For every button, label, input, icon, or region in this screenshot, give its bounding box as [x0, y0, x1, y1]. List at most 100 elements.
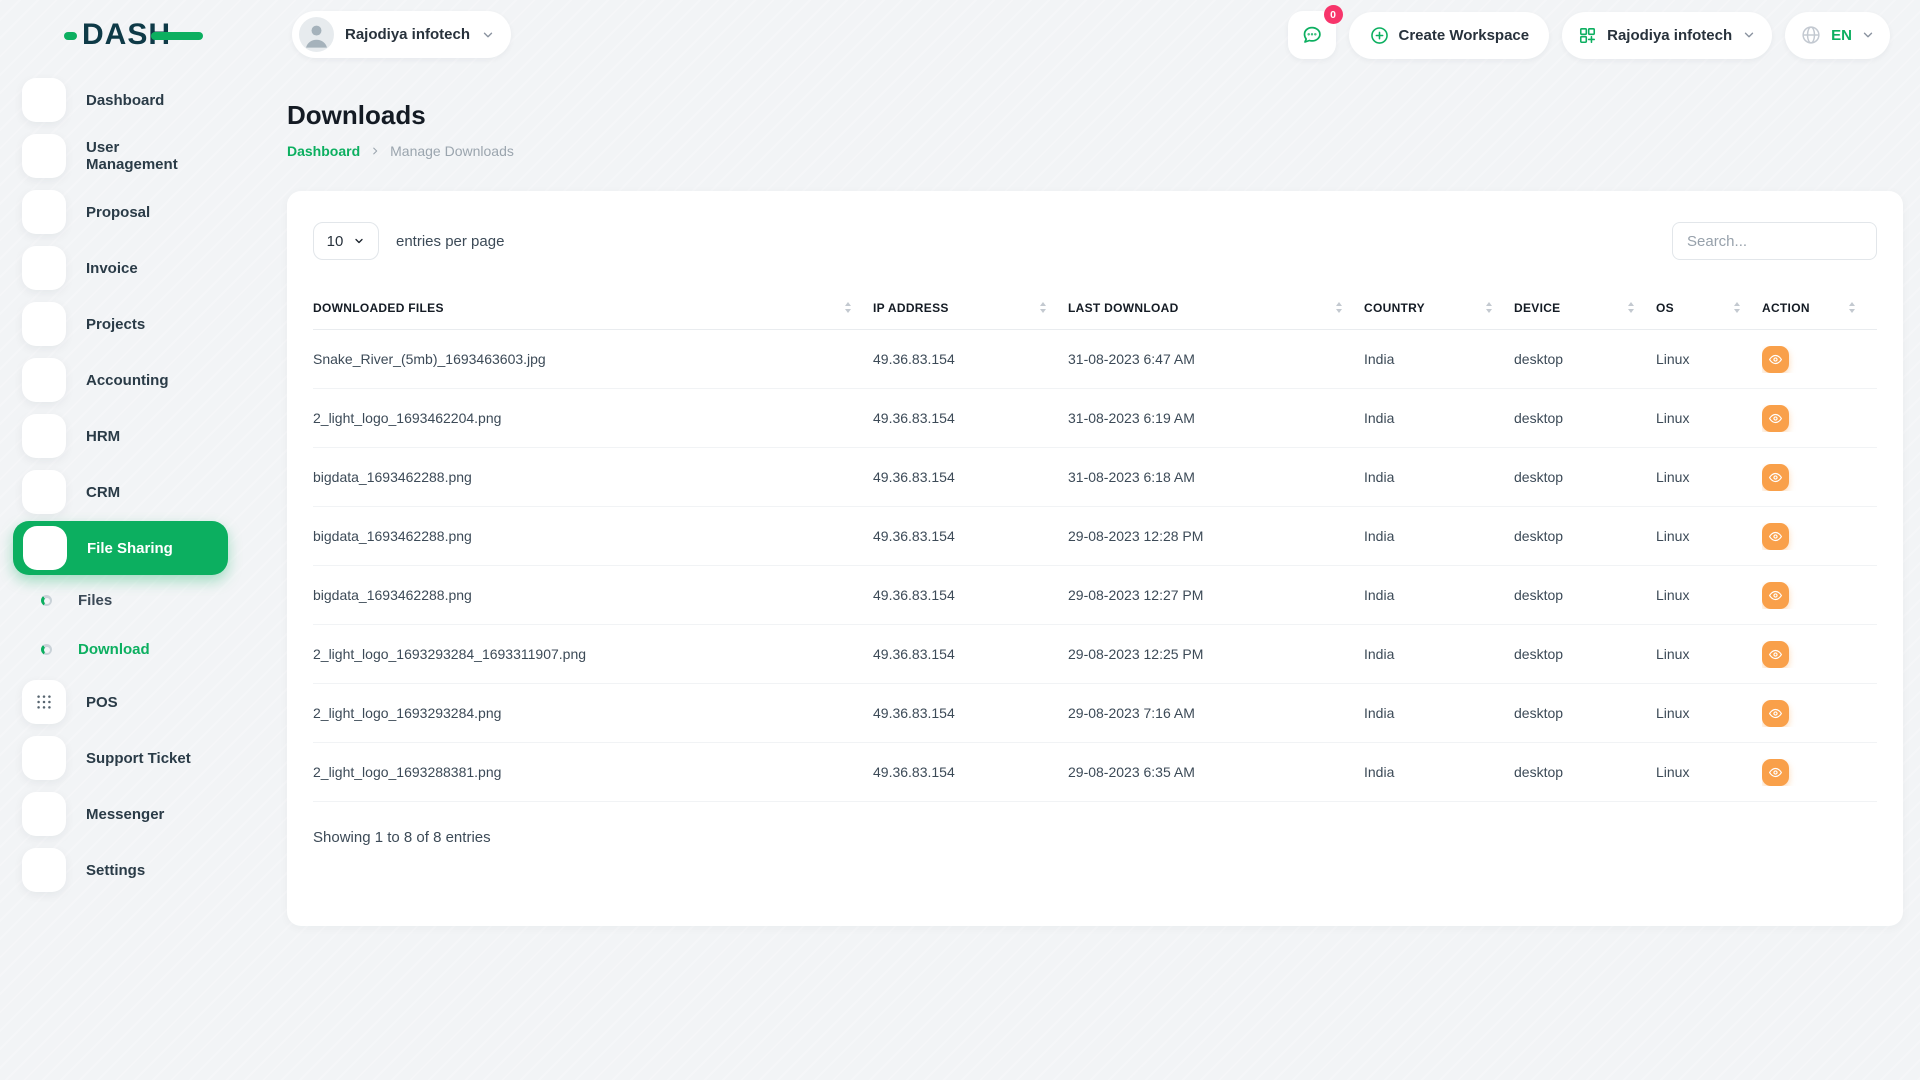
chevron-right-icon	[209, 431, 220, 442]
sidebar-subitem-label: Files	[78, 592, 112, 609]
cell-os: Linux	[1656, 764, 1762, 780]
sidebar-item-label: User Management	[86, 139, 209, 173]
column-header-label: Country	[1364, 301, 1425, 315]
sidebar-subitem-files[interactable]: Files	[0, 576, 248, 625]
cell-country: India	[1364, 410, 1514, 426]
table-footer-status: Showing 1 to 8 of 8 entries	[313, 829, 1877, 846]
sidebar-subitem-download[interactable]: Download	[0, 625, 248, 674]
plus-circle-icon	[1369, 25, 1390, 46]
chevron-right-icon	[209, 375, 220, 386]
sidebar-item-crm[interactable]: CRM	[0, 464, 248, 520]
eye-icon	[1768, 411, 1783, 426]
chevron-down-icon	[481, 28, 495, 42]
column-header-ip-address[interactable]: IP Address	[873, 301, 1068, 315]
search-input[interactable]	[1672, 222, 1877, 260]
sidebar-item-user-management[interactable]: User Management	[0, 128, 248, 184]
cell-device: desktop	[1514, 351, 1656, 367]
entries-per-page-select[interactable]: 10	[313, 222, 379, 260]
column-header-country[interactable]: Country	[1364, 301, 1514, 315]
cell-country: India	[1364, 705, 1514, 721]
eye-icon	[1768, 588, 1783, 603]
cell-device: desktop	[1514, 764, 1656, 780]
cell-os: Linux	[1656, 351, 1762, 367]
sidebar-item-dashboard[interactable]: Dashboard	[0, 72, 248, 128]
dots-grid-icon	[22, 680, 66, 724]
view-download-button[interactable]	[1762, 700, 1789, 727]
chevron-down-icon	[1861, 28, 1875, 42]
sort-arrows-icon	[845, 302, 851, 313]
column-header-os[interactable]: OS	[1656, 301, 1762, 315]
sidebar-item-proposal[interactable]: Proposal	[0, 184, 248, 240]
breadcrumb-dashboard-link[interactable]: Dashboard	[287, 143, 360, 159]
sidebar-item-projects[interactable]: Projects	[0, 296, 248, 352]
cell-last_download: 31-08-2023 6:18 AM	[1068, 469, 1364, 485]
column-header-last-download[interactable]: Last Download	[1068, 301, 1364, 315]
cell-device: desktop	[1514, 705, 1656, 721]
sidebar-item-support-ticket[interactable]: Support Ticket	[0, 730, 248, 786]
cell-country: India	[1364, 587, 1514, 603]
eye-icon	[1768, 706, 1783, 721]
sidebar-item-accounting[interactable]: Accounting	[0, 352, 248, 408]
cell-action	[1762, 346, 1877, 373]
eye-icon	[1768, 470, 1783, 485]
sidebar-item-label: Dashboard	[86, 92, 209, 109]
entries-per-page-label: entries per page	[396, 233, 504, 250]
cell-ip: 49.36.83.154	[873, 587, 1068, 603]
column-header-action[interactable]: Action	[1762, 301, 1877, 315]
view-download-button[interactable]	[1762, 464, 1789, 491]
eye-icon	[1768, 765, 1783, 780]
file-text-icon	[22, 246, 66, 290]
sort-arrows-icon	[1486, 302, 1492, 313]
app-logo[interactable]: DASH	[64, 20, 203, 50]
company-menu[interactable]: Rajodiya infotech	[1562, 12, 1772, 59]
sidebar-nav: Dashboard User Management Proposal Invoi…	[0, 72, 248, 898]
sidebar-item-pos[interactable]: POS	[0, 674, 248, 730]
view-download-button[interactable]	[1762, 582, 1789, 609]
cell-action	[1762, 582, 1877, 609]
chevron-right-icon	[209, 487, 220, 498]
cell-ip: 49.36.83.154	[873, 764, 1068, 780]
sidebar-item-label: POS	[86, 694, 209, 711]
sidebar-item-invoice[interactable]: Invoice	[0, 240, 248, 296]
file-icon	[23, 526, 67, 570]
cell-action	[1762, 523, 1877, 550]
eye-icon	[1768, 352, 1783, 367]
sidebar-item-label: Accounting	[86, 372, 209, 389]
column-header-downloaded-files[interactable]: Downloaded Files	[313, 301, 873, 315]
avatar	[299, 17, 334, 52]
cell-ip: 49.36.83.154	[873, 646, 1068, 662]
view-download-button[interactable]	[1762, 523, 1789, 550]
sidebar-item-label: Messenger	[86, 806, 248, 823]
column-header-device[interactable]: Device	[1514, 301, 1656, 315]
workspace-name: Rajodiya infotech	[345, 26, 470, 43]
workspace-switcher[interactable]: Rajodiya infotech	[292, 11, 511, 58]
sidebar-item-file-sharing[interactable]: File Sharing	[0, 520, 248, 576]
cell-country: India	[1364, 764, 1514, 780]
chevron-down-icon	[1742, 28, 1756, 42]
language-code: EN	[1831, 27, 1852, 44]
cell-os: Linux	[1656, 469, 1762, 485]
globe-icon	[1800, 24, 1822, 46]
sidebar-item-hrm[interactable]: HRM	[0, 408, 248, 464]
view-download-button[interactable]	[1762, 759, 1789, 786]
table-row: 2_light_logo_1693293284_1693311907.png49…	[313, 625, 1877, 684]
messages-button[interactable]: 0	[1288, 11, 1336, 59]
sidebar-item-settings[interactable]: Settings	[0, 842, 248, 898]
cell-ip: 49.36.83.154	[873, 469, 1068, 485]
person-scan-icon	[22, 414, 66, 458]
view-download-button[interactable]	[1762, 405, 1789, 432]
sidebar-item-messenger[interactable]: Messenger	[0, 786, 248, 842]
sort-arrows-icon	[1040, 302, 1046, 313]
cell-ip: 49.36.83.154	[873, 528, 1068, 544]
view-download-button[interactable]	[1762, 641, 1789, 668]
create-workspace-button[interactable]: Create Workspace	[1349, 12, 1550, 59]
cell-file: 2_light_logo_1693293284_1693311907.png	[313, 646, 873, 662]
entries-per-page-value: 10	[327, 233, 344, 250]
message-bubble-icon	[1300, 23, 1324, 47]
view-download-button[interactable]	[1762, 346, 1789, 373]
breadcrumb-current: Manage Downloads	[390, 143, 514, 159]
home-icon	[22, 78, 66, 122]
cell-last_download: 29-08-2023 7:16 AM	[1068, 705, 1364, 721]
language-selector[interactable]: EN	[1785, 12, 1890, 59]
column-header-label: IP Address	[873, 301, 949, 315]
